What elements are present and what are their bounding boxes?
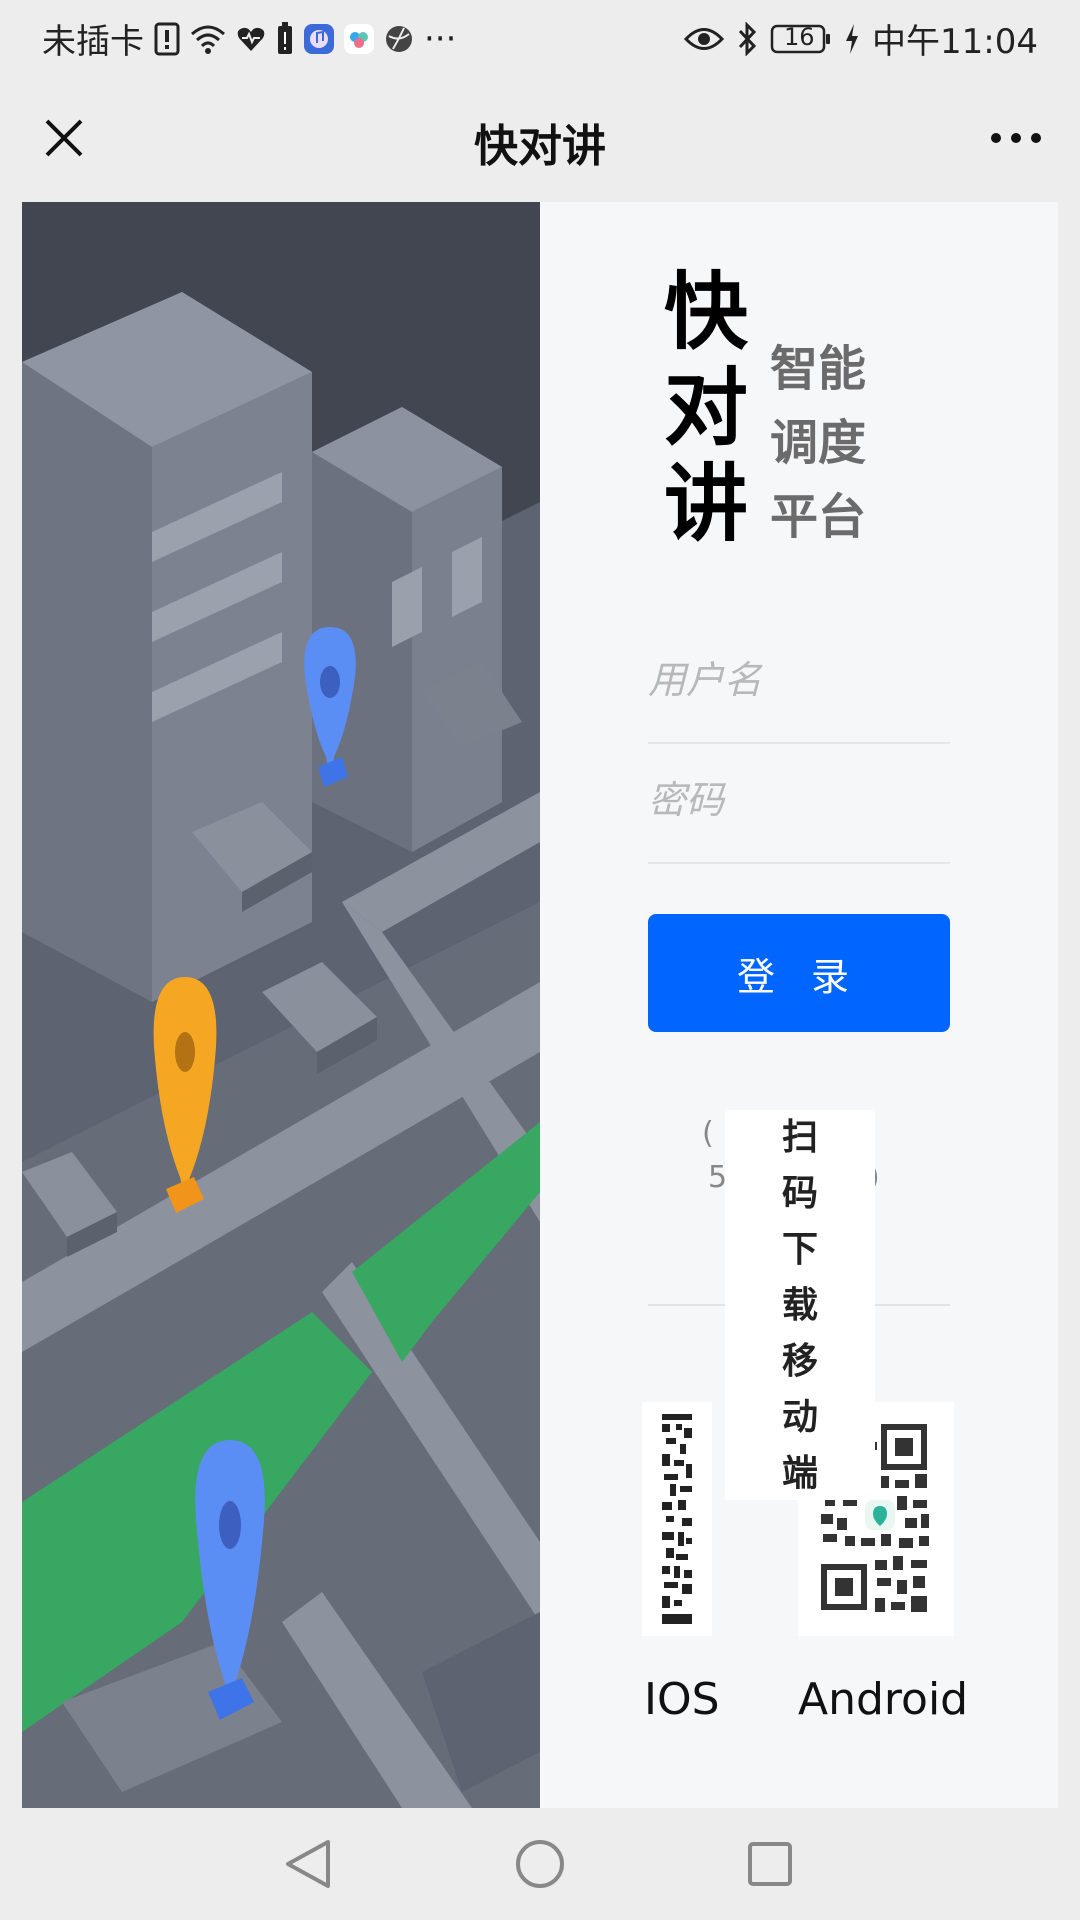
ios-label: IOS bbox=[644, 1674, 720, 1725]
more-dots-icon bbox=[991, 133, 1041, 143]
brand-char: 对 bbox=[664, 359, 749, 457]
battery-alert-icon bbox=[276, 17, 294, 61]
sim-alert-icon bbox=[154, 17, 180, 61]
ios-qr-code[interactable] bbox=[642, 1402, 712, 1636]
more-options-button[interactable] bbox=[982, 104, 1050, 172]
home-circle-icon bbox=[516, 1840, 564, 1888]
login-button[interactable]: 登 录 bbox=[648, 914, 950, 1032]
bluetooth-icon bbox=[736, 17, 758, 61]
tooltip-char: 码 bbox=[781, 1173, 818, 1214]
slogan-line: 调度 bbox=[770, 415, 867, 471]
qr-code-icon bbox=[662, 1414, 692, 1624]
system-nav-bar bbox=[0, 1808, 1080, 1920]
battery-icon: 16 bbox=[770, 17, 832, 61]
tooltip-char: 扫 bbox=[781, 1117, 818, 1158]
battery-level-text: 16 bbox=[784, 22, 815, 51]
username-field-wrapper bbox=[648, 622, 950, 744]
charging-icon bbox=[844, 17, 860, 61]
brand-name: 快 对 讲 bbox=[664, 264, 754, 552]
back-triangle-icon bbox=[286, 1840, 330, 1888]
brand-char: 讲 bbox=[664, 455, 749, 553]
eye-icon bbox=[684, 17, 725, 61]
slogan-line: 平台 bbox=[770, 489, 867, 545]
password-field-wrapper bbox=[648, 742, 950, 864]
status-bar: 未插卡 ··· 16 中午11:04 bbox=[0, 0, 1080, 76]
wifi-icon bbox=[190, 17, 226, 61]
username-input[interactable] bbox=[648, 650, 950, 710]
login-panel: 快 对 讲 智能 调度 平台 登 录 ( 5 ) bbox=[540, 202, 1058, 1808]
tooltip-char: 端 bbox=[781, 1453, 818, 1494]
tooltip-char: 下 bbox=[781, 1229, 818, 1270]
map-pin-blue-large-icon bbox=[195, 1440, 265, 1720]
brand-slogan: 智能 调度 平台 bbox=[770, 332, 880, 554]
login-page: 快 对 讲 智能 调度 平台 登 录 ( 5 ) bbox=[22, 202, 1058, 1808]
tooltip-char: 动 bbox=[781, 1397, 818, 1438]
scan-download-tooltip: 扫 码 下 载 移 动 端 bbox=[725, 1110, 875, 1500]
clock-text: 中午11:04 bbox=[872, 22, 1038, 62]
brand-char: 快 bbox=[664, 263, 749, 361]
browser-app-icon bbox=[384, 17, 414, 61]
map-pin-orange-icon bbox=[153, 977, 217, 1213]
tooltip-char: 移 bbox=[781, 1341, 818, 1382]
password-input[interactable] bbox=[648, 770, 950, 830]
recent-square-icon bbox=[748, 1842, 792, 1886]
back-button[interactable] bbox=[278, 1834, 338, 1894]
slogan-line: 智能 bbox=[770, 341, 867, 397]
cloud-app-icon bbox=[344, 17, 374, 61]
notice-line1-fragment: ( bbox=[702, 1116, 714, 1151]
health-heart-icon bbox=[236, 17, 266, 61]
page-title: 快对讲 bbox=[474, 121, 606, 172]
status-bar-right: 16 中午11:04 bbox=[684, 14, 1038, 63]
app-bar: 快对讲 bbox=[0, 76, 1080, 202]
status-bar-left: 未插卡 ··· bbox=[42, 14, 456, 63]
recent-apps-button[interactable] bbox=[740, 1834, 800, 1894]
tooltip-char: 载 bbox=[781, 1285, 818, 1326]
carrier-text: 未插卡 bbox=[42, 22, 144, 62]
city-map-illustration bbox=[22, 202, 540, 1808]
android-label: Android bbox=[798, 1674, 969, 1725]
music-app-icon bbox=[304, 17, 334, 61]
more-notifications-text: ··· bbox=[424, 18, 457, 59]
map-pin-blue-icon bbox=[304, 627, 356, 787]
home-button[interactable] bbox=[510, 1834, 570, 1894]
